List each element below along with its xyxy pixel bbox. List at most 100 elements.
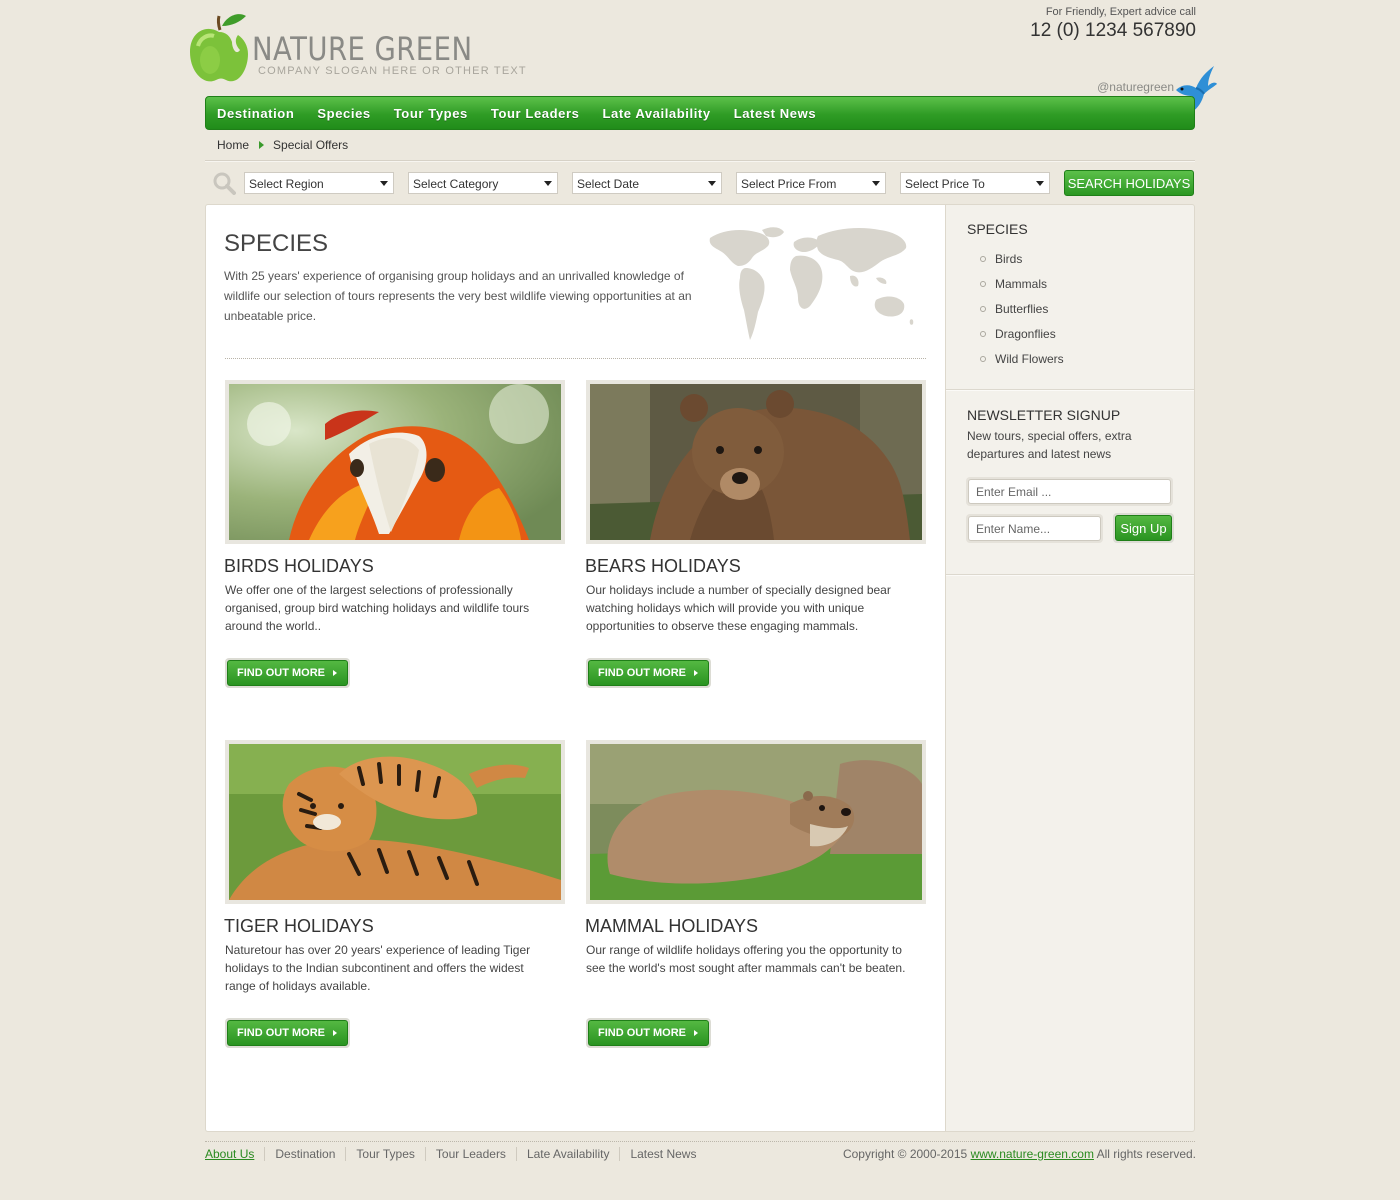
copyright-suffix: All rights reserved. [1093,1147,1196,1161]
chevron-down-icon [380,181,388,186]
otter-photo[interactable] [586,740,926,904]
breadcrumb-home[interactable]: Home [217,138,249,152]
sign-up-label: Sign Up [1115,515,1172,541]
tiger-photo[interactable] [225,740,565,904]
nav-item-late-availability[interactable]: Late Availability [602,106,710,121]
name-field[interactable] [968,516,1101,541]
world-map-image [700,222,920,346]
newsletter-text: New tours, special offers, extra departu… [967,429,1132,461]
breadcrumb: Home Special Offers [217,138,348,152]
contact-note: For Friendly, Expert advice call [1045,6,1196,18]
arrow-right-icon [694,1030,698,1036]
footer-link-destination[interactable]: Destination [264,1147,345,1161]
breadcrumb-divider [205,160,1195,162]
footer-link-latest-news[interactable]: Latest News [619,1147,706,1161]
apple-logo-icon[interactable] [188,12,250,84]
card-text-tiger: Naturetour has over 20 years' experience… [225,943,531,993]
footer-link-tour-types[interactable]: Tour Types [345,1147,424,1161]
find-out-more-birds-button[interactable]: FIND OUT MORE [225,658,350,688]
nav-item-tour-leaders[interactable]: Tour Leaders [491,106,580,121]
sidebar-item-mammals[interactable]: Mammals [980,271,1064,296]
select-price-from-value: Select Price From [741,177,837,191]
sidebar-item-label: Butterflies [995,301,1049,316]
contact-phone: 12 (0) 1234 567890 [1030,20,1196,41]
email-field[interactable] [968,479,1171,504]
nav-item-tour-types[interactable]: Tour Types [394,106,468,121]
arrow-right-icon [694,670,698,676]
find-out-more-bears-button[interactable]: FIND OUT MORE [586,658,711,688]
bear-photo[interactable] [586,380,926,544]
search-holidays-button[interactable]: SEARCH HOLIDAYS [1064,170,1194,196]
bullet-icon [980,355,986,362]
button-label: FIND OUT MORE [237,667,325,679]
chevron-down-icon [708,181,716,186]
select-price-from[interactable]: Select Price From [736,172,886,194]
sidebar-item-label: Mammals [995,276,1048,291]
page-title: SPECIES [224,230,329,257]
sidebar-item-butterflies[interactable]: Butterflies [980,296,1064,321]
intro-divider [225,358,926,359]
nav-item-species[interactable]: Species [317,106,370,121]
sidebar-item-dragonflies[interactable]: Dragonflies [980,321,1064,346]
sign-up-button[interactable]: Sign Up [1113,513,1174,543]
chevron-down-icon [1036,181,1044,186]
button-label: FIND OUT MORE [598,667,686,679]
bullet-icon [980,255,986,262]
footer-link-about-us[interactable]: About Us [205,1147,264,1161]
select-price-to-value: Select Price To [905,177,985,191]
search-icon [212,171,236,195]
find-out-more-tiger-button[interactable]: FIND OUT MORE [225,1018,350,1048]
bullet-icon [980,280,986,287]
card-title-mammal[interactable]: MAMMAL HOLIDAYS [585,916,758,937]
card-text-mammal: Our range of wildlife holidays offering … [586,943,906,975]
site-link[interactable]: www.nature-green.com [971,1147,1094,1161]
page-intro: With 25 years' experience of organising … [224,269,692,323]
breadcrumb-arrow-icon [259,141,265,149]
button-label: FIND OUT MORE [237,1027,325,1039]
nav-item-destination[interactable]: Destination [217,106,294,121]
twitter-handle[interactable]: @naturegreen [1097,80,1174,94]
card-title-tiger[interactable]: TIGER HOLIDAYS [224,916,374,937]
select-date-value: Select Date [577,177,640,191]
sidebar-item-birds[interactable]: Birds [980,246,1064,271]
footer-links: About Us Destination Tour Types Tour Lea… [205,1147,706,1161]
sidebar-divider [946,389,1194,391]
select-category-value: Select Category [413,177,499,191]
chevron-down-icon [872,181,880,186]
sidebar-item-label: Birds [995,251,1023,266]
sidebar-divider [946,574,1194,576]
email-field-wrap [966,477,1173,506]
find-out-more-mammal-button[interactable]: FIND OUT MORE [586,1018,711,1048]
species-list: Birds Mammals Butterflies Dragonflies Wi… [980,246,1064,371]
chevron-down-icon [544,181,552,186]
footer-link-late-availability[interactable]: Late Availability [515,1147,620,1161]
bullet-icon [980,305,986,312]
name-field-wrap [966,514,1103,543]
select-region-value: Select Region [249,177,324,191]
card-title-bears[interactable]: BEARS HOLIDAYS [585,556,741,577]
select-price-to[interactable]: Select Price To [900,172,1050,194]
brand-name[interactable]: NATURE GREEN [252,30,472,68]
sidebar-item-wild-flowers[interactable]: Wild Flowers [980,346,1064,371]
card-text-bears: Our holidays include a number of special… [586,583,891,633]
select-date[interactable]: Select Date [572,172,722,194]
button-label: FIND OUT MORE [598,1027,686,1039]
copyright: Copyright © 2000-2015 www.nature-green.c… [843,1147,1196,1161]
bullet-icon [980,330,986,337]
main-nav: Destination Species Tour Types Tour Lead… [205,96,1195,130]
copyright-prefix: Copyright © 2000-2015 [842,1147,968,1161]
sidebar-item-label: Dragonflies [995,326,1056,341]
sidebar-species-heading: SPECIES [967,221,1028,237]
breadcrumb-current: Special Offers [273,138,349,152]
macaw-photo[interactable] [225,380,565,544]
select-category[interactable]: Select Category [408,172,558,194]
nav-item-latest-news[interactable]: Latest News [734,106,816,121]
brand-slogan: COMPANY SLOGAN HERE OR OTHER TEXT [258,65,527,77]
footer-divider [205,1141,1195,1142]
card-text-birds: We offer one of the largest selections o… [225,583,530,633]
card-title-birds[interactable]: BIRDS HOLIDAYS [224,556,374,577]
sidebar-item-label: Wild Flowers [995,351,1064,366]
arrow-right-icon [333,670,337,676]
footer-link-tour-leaders[interactable]: Tour Leaders [424,1147,516,1161]
select-region[interactable]: Select Region [244,172,394,194]
